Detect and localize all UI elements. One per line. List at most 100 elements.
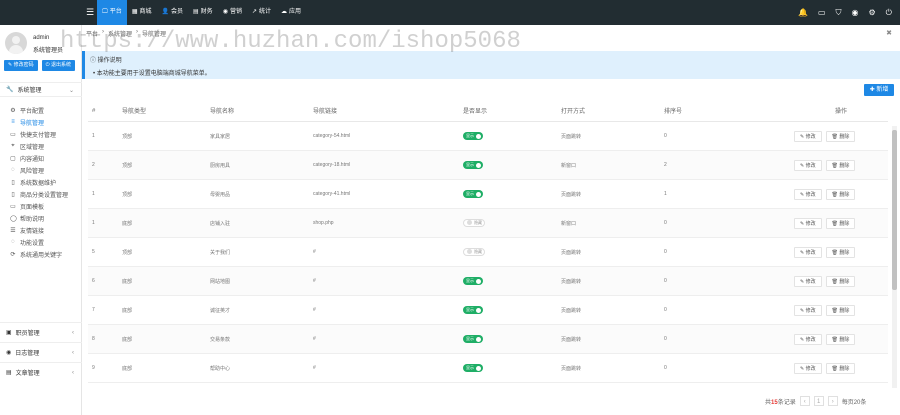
- delete-label: 删除: [839, 365, 850, 372]
- table-row: 8 底部 交易条款 # 显示 页面跳转 0 ✎ 修改 🗑 删除: [88, 325, 888, 354]
- toggle-knob: [476, 278, 481, 284]
- breadcrumb-item[interactable]: 系统管理: [108, 29, 132, 38]
- breadcrumb-item[interactable]: 平台: [86, 29, 98, 38]
- cell-num: 5: [92, 249, 95, 255]
- sidebar-item-label: 系统数据维护: [20, 180, 57, 187]
- close-icon[interactable]: ✖: [886, 29, 892, 37]
- show-toggle[interactable]: 显示: [463, 161, 483, 169]
- show-toggle[interactable]: 显示: [463, 190, 483, 198]
- top-toolbar: 🔔 ▭ ⛉ ◉ ⚙ ⏻: [798, 0, 892, 25]
- shield-icon[interactable]: ⛉: [836, 8, 842, 18]
- edit-label: 修改: [805, 365, 816, 372]
- edit-button[interactable]: ✎ 修改: [794, 333, 822, 345]
- show-toggle[interactable]: 显示: [463, 364, 483, 372]
- delete-button[interactable]: 🗑 删除: [825, 130, 856, 142]
- cell-actions: ✎ 修改 🗑 删除: [794, 130, 888, 142]
- logout-button[interactable]: ⏻ 退出系统: [41, 60, 75, 71]
- sidebar-item[interactable]: ▢ 内容通知: [0, 152, 82, 164]
- sidebar-group[interactable]: ▣ 职员管理 ‹: [0, 322, 82, 342]
- cell-actions: ✎ 修改 🗑 删除: [794, 275, 888, 287]
- eye-icon[interactable]: ◉: [852, 8, 859, 17]
- edit-button[interactable]: ✎ 修改: [794, 362, 822, 374]
- cell-actions: ✎ 修改 🗑 删除: [794, 362, 888, 374]
- edit-button[interactable]: ✎ 修改: [794, 304, 822, 316]
- cell-show: 隐藏: [463, 247, 561, 257]
- nav-stats[interactable]: ↗ 统计: [247, 0, 276, 25]
- cell-open: 页面跳转: [561, 336, 582, 343]
- next-page-button[interactable]: ›: [827, 396, 838, 406]
- nav-marketing[interactable]: ◉ 营销: [218, 0, 247, 25]
- toggle-knob: [476, 307, 481, 313]
- cell-num: 8: [92, 336, 95, 342]
- show-toggle[interactable]: 显示: [463, 335, 483, 343]
- edit-button[interactable]: ✎ 修改: [794, 159, 822, 171]
- delete-button[interactable]: 🗑 删除: [825, 159, 856, 171]
- sidebar-item[interactable]: ☰ 友情链接: [0, 224, 82, 236]
- sidebar: admin 系统管理员 ✎ 修改密码 ⏻ 退出系统 🔧 系统管理 ⌄ ⚙ 平台配置…: [0, 25, 82, 415]
- edit-button[interactable]: ✎ 修改: [794, 217, 822, 229]
- edit-button[interactable]: ✎ 修改: [794, 275, 822, 287]
- nav-label: 应用: [289, 9, 302, 15]
- delete-button[interactable]: 🗑 删除: [825, 275, 856, 287]
- show-toggle[interactable]: 显示: [463, 277, 483, 285]
- nav-user[interactable]: 👤 会员: [157, 0, 189, 25]
- nav-cloud[interactable]: ☁ 应用: [276, 0, 306, 25]
- per-page-select[interactable]: 每页20条: [842, 397, 867, 406]
- edit-button[interactable]: ✎ 修改: [794, 130, 822, 142]
- show-toggle[interactable]: 隐藏: [463, 247, 485, 256]
- toggle-label: 显示: [466, 133, 474, 138]
- menu-toggle-icon[interactable]: ☰: [86, 7, 94, 18]
- prev-page-button[interactable]: ‹: [799, 396, 810, 406]
- delete-button[interactable]: 🗑 删除: [825, 304, 856, 316]
- sidebar-item[interactable]: ◌ 风险管理: [0, 164, 82, 176]
- sidebar-item-label: 平台配置: [20, 108, 45, 115]
- breadcrumb-item[interactable]: 导航管理: [142, 29, 166, 38]
- show-toggle[interactable]: 显示: [463, 132, 483, 140]
- sidebar-item-label: 页面模板: [20, 204, 45, 211]
- sidebar-item[interactable]: ▭ 页面模板: [0, 200, 82, 212]
- sidebar-item[interactable]: ◯ 帮助说明: [0, 212, 82, 224]
- sidebar-item[interactable]: ▯ 商品分类设置管理: [0, 188, 82, 200]
- sidebar-item[interactable]: ◌ 功能设置: [0, 236, 82, 248]
- nav-shop[interactable]: ▦ 商城: [127, 0, 157, 25]
- settings-icon[interactable]: ⚙: [869, 8, 876, 17]
- sidebar-item[interactable]: ⚙ 平台配置: [0, 104, 82, 116]
- delete-button[interactable]: 🗑 删除: [825, 188, 856, 200]
- column-header: 导航名称: [210, 109, 235, 115]
- power-icon[interactable]: ⏻: [886, 8, 892, 18]
- add-button[interactable]: ✚ 新增: [864, 84, 894, 96]
- nav-finance[interactable]: ▤ 财务: [188, 0, 218, 25]
- sidebar-system-menu[interactable]: 🔧 系统管理 ⌄: [0, 82, 82, 97]
- edit-button[interactable]: ✎ 修改: [794, 246, 822, 258]
- scroll-thumb[interactable]: [892, 130, 897, 290]
- delete-button[interactable]: 🗑 删除: [825, 333, 856, 345]
- sidebar-item[interactable]: ⌖ 区域管理: [0, 140, 82, 152]
- edit-button[interactable]: ✎ 修改: [794, 188, 822, 200]
- cell-num: 6: [92, 278, 95, 284]
- sidebar-group[interactable]: ▤ 文章管理 ‹: [0, 362, 82, 382]
- sidebar-item[interactable]: ▯ 系统数据维护: [0, 176, 82, 188]
- sidebar-item[interactable]: ⟳ 系统通用关键字: [0, 248, 82, 260]
- delete-button[interactable]: 🗑 删除: [825, 246, 856, 258]
- sidebar-item[interactable]: ▭ 快捷支付管理: [0, 128, 82, 140]
- show-toggle[interactable]: 隐藏: [463, 218, 485, 227]
- current-page[interactable]: 1: [813, 396, 824, 406]
- bell-icon[interactable]: 🔔: [798, 8, 808, 17]
- sidebar-item-label: 功能设置: [20, 240, 45, 247]
- cell-num: 2: [92, 162, 95, 168]
- cell-name: 关于我们: [210, 249, 231, 256]
- monitor-icon[interactable]: ▭: [818, 8, 826, 17]
- delete-button[interactable]: 🗑 删除: [825, 362, 856, 374]
- nav-desktop[interactable]: 🖵 平台: [97, 0, 127, 25]
- delete-button[interactable]: 🗑 删除: [825, 217, 856, 229]
- cell-type: 顶部: [122, 191, 133, 198]
- sidebar-group[interactable]: ◉ 日志管理 ‹: [0, 342, 82, 362]
- show-toggle[interactable]: 显示: [463, 306, 483, 314]
- edit-label: 修改: [805, 133, 816, 140]
- scrollbar[interactable]: [892, 126, 897, 388]
- cell-link: category-41.html: [313, 191, 351, 197]
- sidebar-item[interactable]: ≡ 导航管理: [0, 116, 82, 128]
- gear-icon: ⚙: [10, 107, 16, 114]
- pager-summary: 共15条记录: [765, 397, 796, 406]
- change-password-button[interactable]: ✎ 修改密码: [4, 60, 38, 71]
